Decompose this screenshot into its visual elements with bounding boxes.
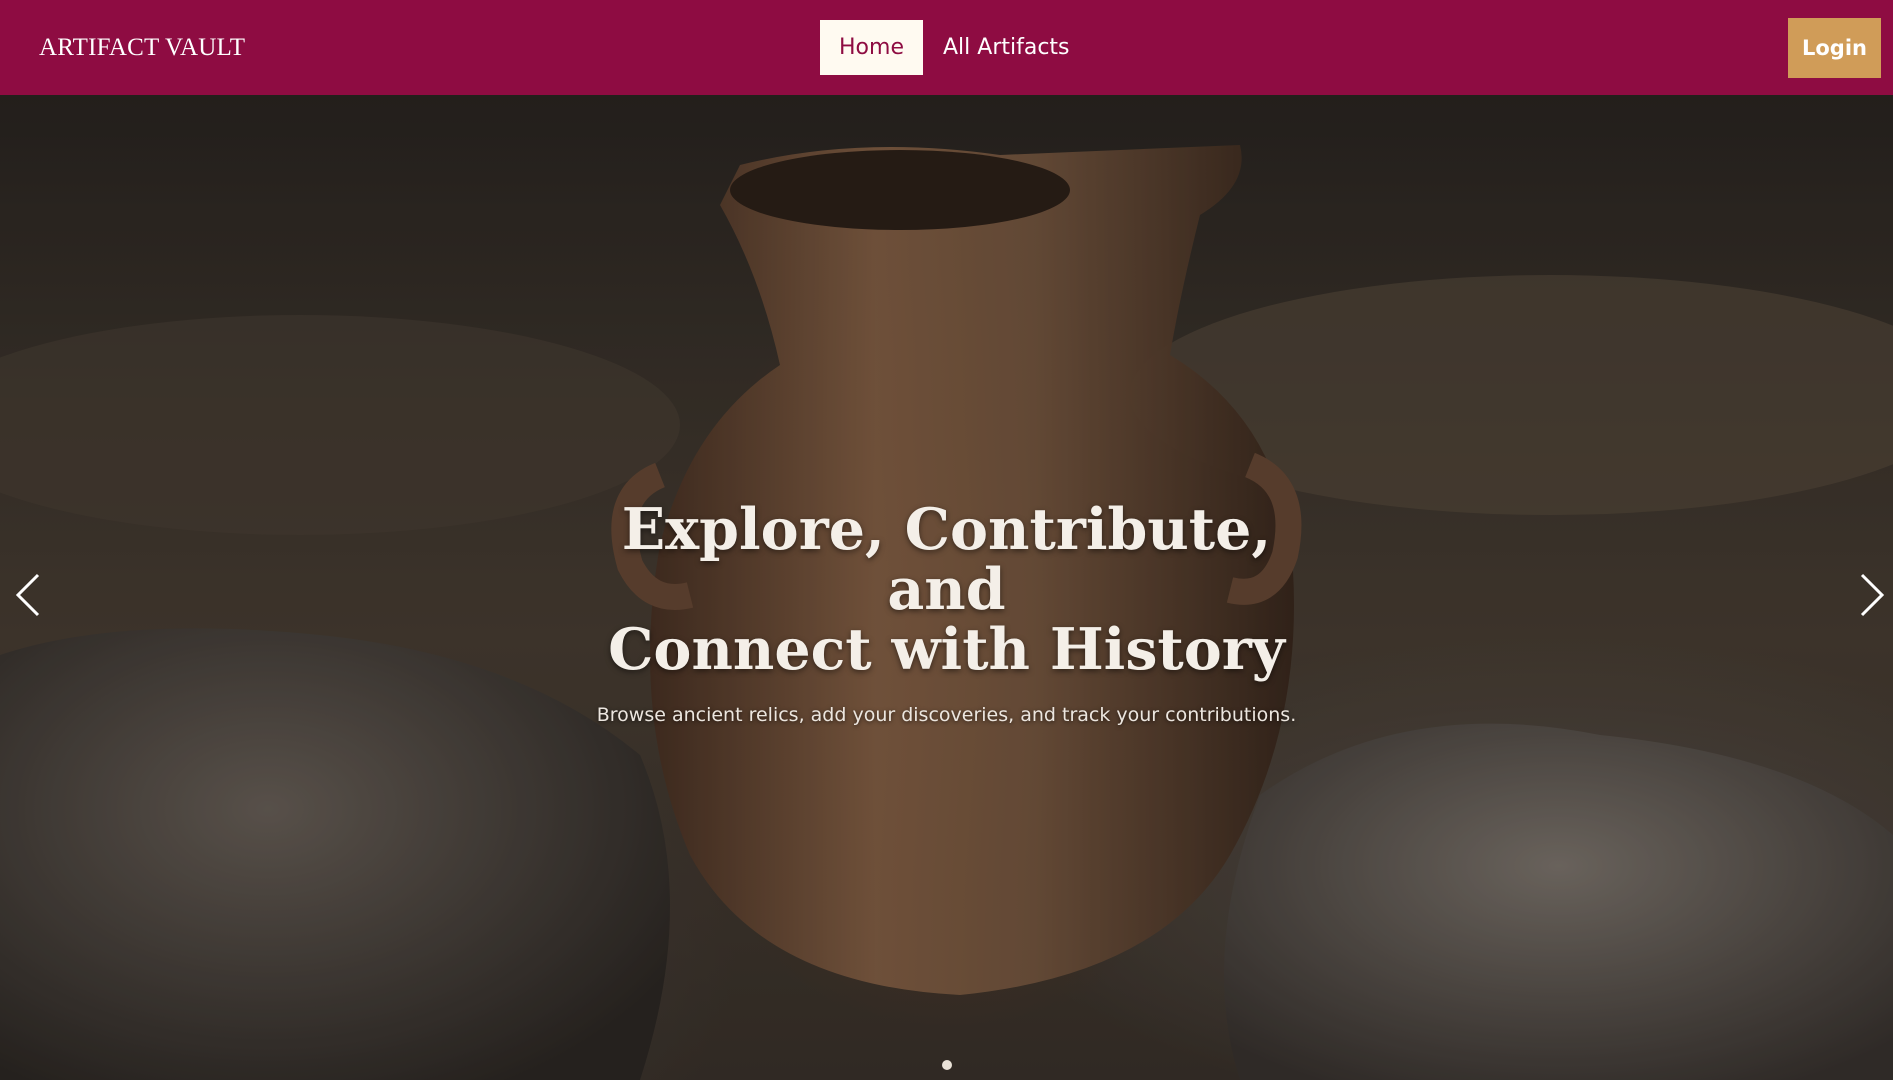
carousel-prev-button[interactable] xyxy=(10,565,50,625)
carousel-indicators xyxy=(0,1060,1893,1070)
hero-carousel: Explore, Contribute, and Connect with Hi… xyxy=(0,95,1893,1080)
nav-home-link[interactable]: Home xyxy=(820,20,923,75)
navbar: ARTIFACT VAULT Home All Artifacts Login xyxy=(0,0,1893,95)
nav-links: Home All Artifacts xyxy=(820,20,1070,75)
hero-subtitle: Browse ancient relics, add your discover… xyxy=(596,704,1297,726)
hero-title: Explore, Contribute, and Connect with Hi… xyxy=(567,500,1327,680)
carousel-dot[interactable] xyxy=(941,1060,952,1070)
hero-title-line-2: Connect with History xyxy=(608,616,1285,683)
chevron-right-icon xyxy=(1860,573,1885,617)
carousel-next-button[interactable] xyxy=(1850,565,1890,625)
hero-title-line-1: Explore, Contribute, and xyxy=(621,496,1272,623)
chevron-left-icon xyxy=(15,573,40,617)
hero-content: Explore, Contribute, and Connect with Hi… xyxy=(0,500,1893,728)
login-button[interactable]: Login xyxy=(1788,18,1881,78)
brand-logo[interactable]: ARTIFACT VAULT xyxy=(39,33,245,63)
nav-all-artifacts-link[interactable]: All Artifacts xyxy=(943,35,1070,60)
